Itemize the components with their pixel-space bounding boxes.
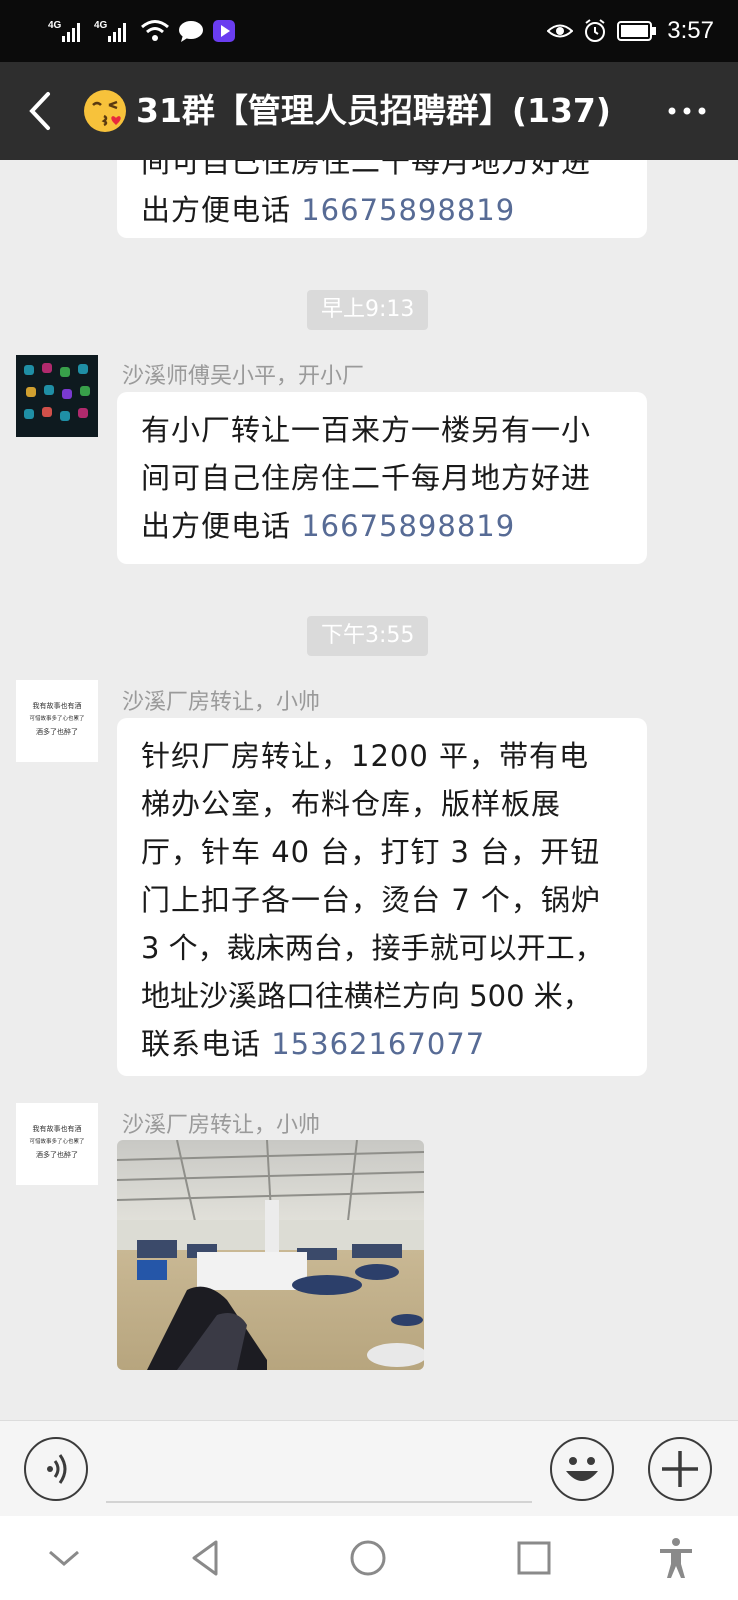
avatar[interactable]: 我有故事也有酒 可惜故事多了心也累了 酒多了也醉了 — [16, 680, 98, 762]
message-line: 间可自己住房住二千每月地方好进 — [141, 160, 592, 179]
message-line: 3 个，裁床两台，接手就可以开工， — [141, 931, 604, 965]
signal-4g-icon-2: 4G — [94, 20, 126, 42]
message-line: 出方便电话 — [141, 509, 302, 543]
back-chevron-icon[interactable] — [22, 88, 62, 134]
message-line: 厅，针车 40 台，打钉 3 台，开钮 — [141, 835, 601, 869]
phone-link[interactable]: 15362167077 — [271, 1027, 485, 1061]
message-line: 针织厂房转让，1200 平，带有电 — [141, 739, 590, 773]
avatar-text: 酒多了也醉了 — [36, 728, 78, 736]
sender-name: 沙溪师傅吴小平，开小厂 — [122, 364, 365, 389]
avatar-text: 我有故事也有酒 — [32, 1125, 82, 1133]
timestamp: 下午3:55 — [307, 616, 429, 656]
alarm-icon — [585, 19, 606, 42]
message-input[interactable] — [106, 1439, 536, 1499]
message-line: 联系电话 — [141, 1027, 272, 1061]
sender-name: 沙溪厂房转让，小帅 — [122, 1113, 321, 1138]
message-line: 地址沙溪路口往横栏方向 500 米， — [141, 979, 592, 1013]
status-bar: 4G 4G 3:57 — [0, 0, 738, 62]
chat-bubble-icon — [179, 21, 203, 42]
triangle-back-icon[interactable] — [184, 1536, 228, 1580]
more-dots-icon[interactable] — [666, 96, 708, 126]
message-line: 梯办公室，布料仓库，版样板展 — [141, 787, 562, 821]
message-bubble[interactable]: 有小厂转让一百来方一楼另有一小 间可自己住房住二千每月地方好进 出方便电话 16… — [117, 392, 647, 564]
status-icons-left: 4G 4G — [48, 16, 236, 46]
chevron-down-icon[interactable] — [42, 1536, 86, 1580]
message-line: 出方便电话 — [141, 193, 302, 227]
emoji-button[interactable] — [550, 1437, 614, 1501]
battery-icon — [617, 21, 657, 41]
network-label: 4G — [48, 20, 62, 31]
avatar-text: 酒多了也醉了 — [36, 1151, 78, 1159]
wifi-icon — [141, 20, 169, 41]
plus-icon — [662, 1451, 698, 1487]
network-label-2: 4G — [94, 20, 108, 31]
factory-photo-image — [117, 1140, 424, 1370]
system-nav-bar — [0, 1516, 738, 1600]
input-underline — [106, 1501, 532, 1503]
avatar[interactable]: 我有故事也有酒 可惜故事多了心也累了 酒多了也醉了 — [16, 1103, 98, 1185]
clock: 3:57 — [667, 17, 714, 44]
plus-button[interactable] — [648, 1437, 712, 1501]
eye-comfort-icon — [547, 24, 574, 38]
chat-header: 31群【管理人员招聘群】(137) — [0, 62, 738, 160]
emoji-icon — [566, 1457, 598, 1481]
message-bubble[interactable]: 间可自己住房住二千每月地方好进 出方便电话 16675898819 — [117, 160, 647, 238]
message-bubble[interactable]: 针织厂房转让，1200 平，带有电 梯办公室，布料仓库，版样板展 厅，针车 40… — [117, 718, 647, 1076]
circle-home-icon[interactable] — [346, 1536, 390, 1580]
voice-icon — [47, 1454, 67, 1484]
avatar-text: 可惜故事多了心也累了 — [29, 1139, 85, 1145]
avatar-text: 我有故事也有酒 — [32, 702, 82, 710]
message-line: 门上扣子各一台，烫台 7 个，锅炉 — [141, 883, 601, 917]
video-app-icon — [213, 20, 235, 42]
phone-link[interactable]: 16675898819 — [301, 509, 515, 543]
avatar[interactable] — [16, 355, 98, 437]
message-line: 间可自己住房住二千每月地方好进 — [141, 461, 592, 495]
sender-name: 沙溪厂房转让，小帅 — [122, 690, 321, 715]
voice-button[interactable] — [24, 1437, 88, 1501]
signal-4g-icon: 4G — [48, 20, 80, 42]
avatar-text: 可惜故事多了心也累了 — [29, 716, 85, 722]
kissing-face-emoji — [84, 90, 126, 132]
status-icons-right: 3:57 — [547, 16, 714, 46]
accessibility-icon[interactable] — [654, 1536, 698, 1580]
timestamp: 早上9:13 — [307, 290, 429, 330]
square-recent-icon[interactable] — [512, 1536, 556, 1580]
input-bar — [0, 1420, 738, 1517]
message-list[interactable]: 间可自己住房住二千每月地方好进 出方便电话 16675898819 早上9:13… — [0, 160, 738, 1420]
chat-title: 31群【管理人员招聘群】(137) — [136, 91, 611, 130]
message-line: 有小厂转让一百来方一楼另有一小 — [141, 413, 592, 447]
factory-photo[interactable] — [117, 1140, 424, 1370]
phone-link[interactable]: 16675898819 — [301, 193, 515, 227]
